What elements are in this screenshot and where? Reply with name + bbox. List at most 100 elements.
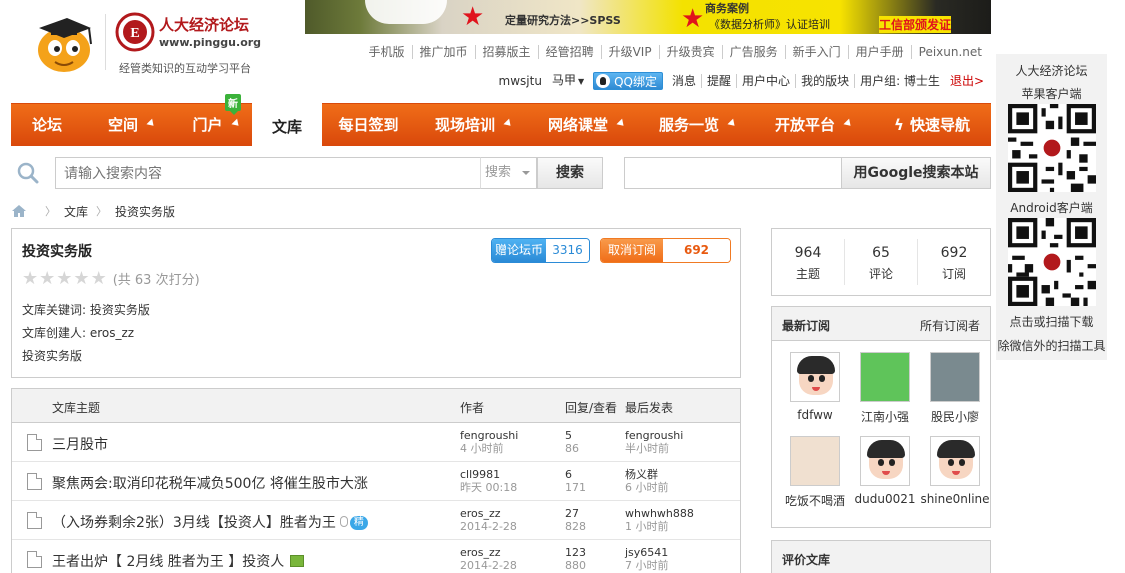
user-link[interactable]: 消息 bbox=[667, 74, 701, 88]
star-icon[interactable]: ★ bbox=[22, 269, 38, 288]
user-link[interactable]: 我的版块 bbox=[795, 74, 854, 88]
star-icon[interactable]: ★ bbox=[73, 269, 89, 288]
unsubscribe-button[interactable]: 取消订阅 692 bbox=[600, 238, 731, 263]
top-link[interactable]: 手机版 bbox=[362, 45, 412, 59]
search-button[interactable]: 搜索 bbox=[537, 157, 603, 189]
banner-ad[interactable]: ★ ★ 定量研究方法>>SPSS 商务案例 《数据分析师》认证培训 工信部颁发证 bbox=[305, 0, 991, 34]
nav-item[interactable]: 空间 bbox=[83, 104, 179, 146]
topic-title-text[interactable]: （入场券剩余2张）3月线【投资人】胜者为王 bbox=[52, 515, 336, 531]
last-post-user[interactable]: whwhwh888 bbox=[625, 507, 694, 520]
subscriber[interactable]: shine0nline bbox=[920, 436, 990, 506]
google-search-button[interactable]: 用Google搜索本站 bbox=[841, 157, 991, 189]
subscriber-name[interactable]: dudu0021 bbox=[850, 492, 920, 506]
nav-item[interactable]: 现场培训 bbox=[415, 104, 531, 146]
last-post-user[interactable]: 杨义群 bbox=[625, 468, 669, 481]
topic-title[interactable]: 三月股市 bbox=[52, 434, 108, 454]
username-link[interactable]: mwsjtu bbox=[494, 74, 547, 88]
home-icon[interactable] bbox=[11, 204, 27, 218]
nav-item[interactable]: 开放平台 bbox=[753, 104, 873, 146]
star-icon[interactable]: ★ bbox=[91, 269, 107, 288]
subscriber[interactable]: 吃饭不喝酒 bbox=[780, 436, 850, 509]
user-link[interactable]: 提醒 bbox=[701, 74, 736, 88]
all-subscribers-link[interactable]: 所有订阅者 bbox=[920, 317, 980, 334]
top-link[interactable]: 新手入门 bbox=[784, 45, 848, 59]
topic-title-text[interactable]: 三月股市 bbox=[52, 437, 108, 453]
stat-1[interactable]: 65 评论 bbox=[844, 239, 917, 285]
star-icon[interactable]: ★ bbox=[56, 269, 72, 288]
banner-text: 《数据分析师》认证培训 bbox=[709, 18, 830, 31]
android-qr-code-icon[interactable] bbox=[1008, 218, 1096, 306]
subscriber-name[interactable]: 股民小廖 bbox=[920, 408, 990, 425]
avatar[interactable] bbox=[790, 352, 840, 402]
topic-title[interactable]: 聚焦两会:取消印花税年减负500亿 将催生股市大涨 bbox=[52, 473, 368, 493]
breadcrumb-item[interactable]: 文库 bbox=[64, 203, 88, 220]
subscriber-name[interactable]: 江南小强 bbox=[850, 408, 920, 425]
author-name[interactable]: eros_zz bbox=[460, 546, 517, 559]
last-post-user[interactable]: jsy6541 bbox=[625, 546, 669, 559]
subscriber-name[interactable]: shine0nline bbox=[920, 492, 990, 506]
stat-2[interactable]: 692 订阅 bbox=[917, 239, 990, 285]
apple-qr-code-icon[interactable] bbox=[1008, 104, 1096, 192]
topic-title[interactable]: （入场券剩余2张）3月线【投资人】胜者为王精 bbox=[52, 512, 368, 532]
topic-title[interactable]: 王者出炉【 2月线 胜者为王 】投资人 bbox=[52, 551, 305, 571]
header-replies: 回复/查看 bbox=[565, 401, 618, 415]
gift-coin-button[interactable]: 赠论坛币 3316 bbox=[491, 238, 590, 263]
author-name[interactable]: cll9981 bbox=[460, 468, 517, 481]
subscriber[interactable]: 股民小廖 bbox=[920, 352, 990, 425]
top-link[interactable]: 经管招聘 bbox=[537, 45, 601, 59]
top-link[interactable]: 推广加币 bbox=[411, 45, 475, 59]
banner-cloud-shape bbox=[365, 0, 447, 24]
top-link[interactable]: 招募版主 bbox=[474, 45, 538, 59]
table-row[interactable]: 聚焦两会:取消印花税年减负500亿 将催生股市大涨 cll9981 昨天 00:18… bbox=[12, 462, 740, 501]
user-bar: mwsjtu 马甲 ▼ QQ绑定 消息 提醒 用户中心 我的版块 用户组: 博士生… bbox=[494, 72, 989, 90]
search-input[interactable] bbox=[55, 157, 481, 189]
author-name[interactable]: fengroushi bbox=[460, 429, 518, 442]
logout-link[interactable]: 退出> bbox=[945, 74, 989, 88]
site-logo[interactable]: E 人大经济论坛 www.pinggu.org 经管类知识的互动学习平台 bbox=[33, 8, 263, 78]
chevron-down-icon bbox=[230, 118, 241, 129]
nav-item[interactable]: 网络课堂 bbox=[531, 104, 641, 146]
table-row[interactable]: （入场券剩余2张）3月线【投资人】胜者为王精 eros_zz 2014-2-28 27… bbox=[12, 501, 740, 540]
star-icon[interactable]: ★ bbox=[39, 269, 55, 288]
subscriber[interactable]: 江南小强 bbox=[850, 352, 920, 425]
breadcrumb-item[interactable]: 投资实务版 bbox=[115, 203, 175, 220]
qr-hint: 点击或扫描下载 bbox=[1009, 315, 1094, 329]
qq-bind-button[interactable]: QQ绑定 bbox=[593, 72, 664, 90]
google-search-input[interactable] bbox=[624, 157, 842, 189]
nav-item[interactable]: ϟ 快速导航 bbox=[873, 104, 991, 146]
nav-item[interactable]: 论坛 bbox=[11, 104, 83, 146]
nav-item[interactable]: 文库 bbox=[252, 101, 322, 147]
last-post-user[interactable]: fengroushi bbox=[625, 429, 683, 442]
nav-item[interactable]: 门户 bbox=[179, 104, 252, 146]
avatar[interactable] bbox=[930, 352, 980, 402]
subscriber-name[interactable]: 吃饭不喝酒 bbox=[780, 492, 850, 509]
subscriber-name[interactable]: fdfww bbox=[780, 408, 850, 422]
top-link[interactable]: 用户手册 bbox=[847, 45, 911, 59]
avatar[interactable] bbox=[860, 352, 910, 402]
subscriber[interactable]: fdfww bbox=[780, 352, 850, 422]
search-type-select[interactable]: 搜索 bbox=[480, 157, 537, 189]
nav-item[interactable]: 服务一览 bbox=[641, 104, 753, 146]
table-row[interactable]: 王者出炉【 2月线 胜者为王 】投资人 eros_zz 2014-2-28 123 88… bbox=[12, 540, 740, 573]
avatar[interactable] bbox=[930, 436, 980, 486]
view-count: 880 bbox=[565, 559, 586, 572]
user-group[interactable]: 用户组: 博士生 bbox=[854, 74, 945, 88]
top-link[interactable]: 升级贵宾 bbox=[658, 45, 722, 59]
topic-title-text[interactable]: 聚焦两会:取消印花税年减负500亿 将催生股市大涨 bbox=[52, 476, 368, 492]
avatar[interactable] bbox=[860, 436, 910, 486]
author-name[interactable]: eros_zz bbox=[460, 507, 517, 520]
topic-title-text[interactable]: 王者出炉【 2月线 胜者为王 】投资人 bbox=[52, 554, 284, 570]
avatar[interactable] bbox=[790, 436, 840, 486]
subscriber[interactable]: dudu0021 bbox=[850, 436, 920, 506]
library-title: 投资实务版 bbox=[22, 244, 92, 260]
stat-0[interactable]: 964 主题 bbox=[772, 239, 844, 285]
table-row[interactable]: 三月股市 fengroushi 4 小时前 5 86 fengroushi 半小时前 bbox=[12, 423, 740, 462]
user-link[interactable]: 用户中心 bbox=[736, 74, 795, 88]
top-link[interactable]: 升级VIP bbox=[600, 45, 659, 59]
top-link[interactable]: 广告服务 bbox=[721, 45, 785, 59]
qr-download-panel[interactable]: 人大经济论坛 苹果客户端 Android客户端 点击或扫描下载 除微信外的扫描工… bbox=[996, 54, 1107, 360]
nav-item[interactable]: 每日签到 bbox=[322, 104, 415, 146]
rating-stars[interactable]: ★ ★ ★ ★ ★ (共 63 次打分) bbox=[22, 269, 200, 288]
horse-menu[interactable]: 马甲 ▼ bbox=[547, 73, 589, 89]
top-link[interactable]: Peixun.net bbox=[910, 45, 989, 59]
